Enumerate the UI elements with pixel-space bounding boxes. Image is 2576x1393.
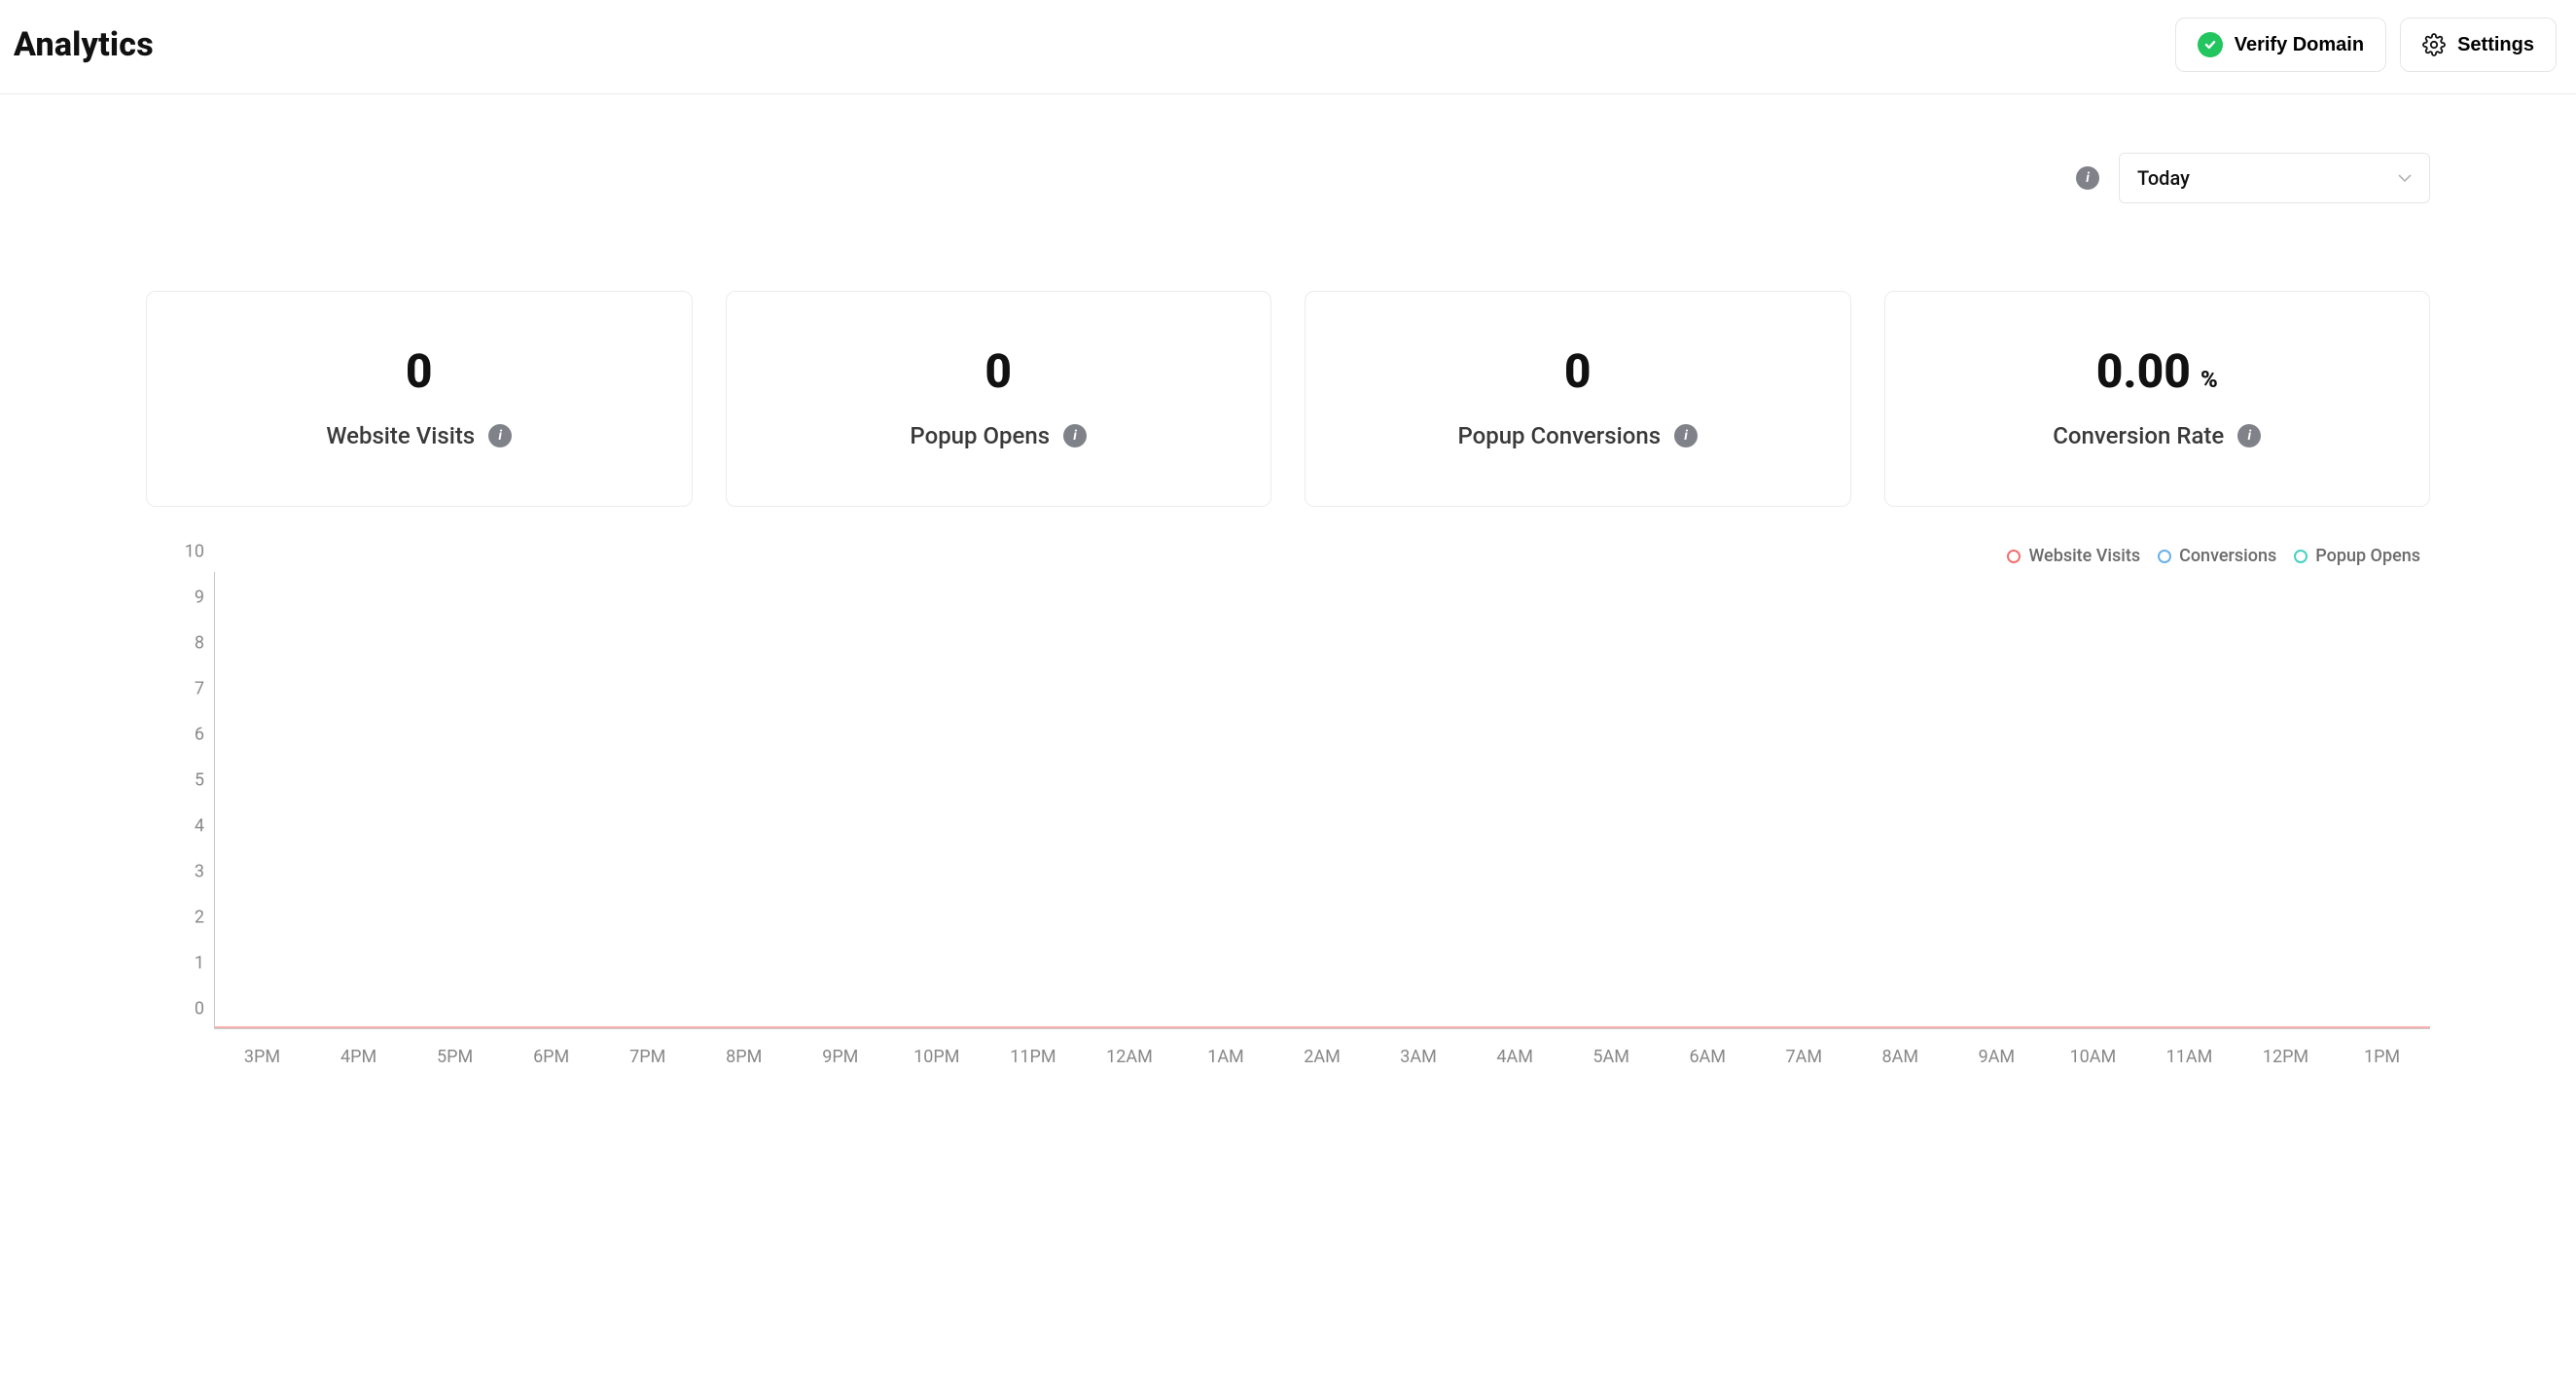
settings-label: Settings: [2457, 34, 2534, 56]
x-tick: 7AM: [1756, 1047, 1852, 1067]
x-tick: 8PM: [696, 1047, 792, 1067]
verify-domain-label: Verify Domain: [2235, 34, 2364, 56]
chart-x-axis: 3PM4PM5PM6PM7PM8PM9PM10PM11PM12AM1AM2AM3…: [146, 1047, 2430, 1067]
x-tick: 12AM: [1081, 1047, 1177, 1067]
x-tick: 12PM: [2237, 1047, 2334, 1067]
x-tick: 11AM: [2141, 1047, 2237, 1067]
x-tick: 3PM: [214, 1047, 310, 1067]
info-icon[interactable]: i: [2076, 166, 2099, 190]
verify-domain-button[interactable]: Verify Domain: [2175, 18, 2386, 72]
legend-label: Website Visits: [2028, 546, 2140, 566]
x-tick: 5AM: [1563, 1047, 1660, 1067]
date-range-select[interactable]: Today: [2119, 153, 2430, 203]
legend-item-conversions[interactable]: Conversions: [2158, 546, 2276, 566]
info-icon[interactable]: i: [1063, 424, 1087, 447]
x-tick: 6PM: [503, 1047, 599, 1067]
stat-label: Conversion Rate: [2053, 422, 2224, 449]
info-icon[interactable]: i: [2237, 424, 2261, 447]
stat-value: 0: [406, 348, 433, 395]
x-tick: 4AM: [1467, 1047, 1563, 1067]
y-tick: 6: [195, 725, 204, 745]
date-range-selected: Today: [2137, 166, 2190, 190]
content: i Today 0 Website Visits i 0 Popup Opens…: [0, 94, 2576, 1058]
x-tick: 2AM: [1274, 1047, 1371, 1067]
info-icon[interactable]: i: [1674, 424, 1698, 447]
x-tick: 1AM: [1177, 1047, 1273, 1067]
stat-unit: %: [2200, 368, 2218, 391]
chart-y-axis: 012345678910: [146, 572, 214, 1029]
y-tick: 5: [195, 770, 204, 791]
y-tick: 1: [195, 953, 204, 974]
info-icon[interactable]: i: [488, 424, 512, 447]
legend-marker-icon: [2294, 550, 2308, 563]
x-tick: 11PM: [984, 1047, 1081, 1067]
x-tick: 10PM: [888, 1047, 984, 1067]
y-tick: 2: [195, 908, 204, 928]
y-tick: 8: [195, 633, 204, 654]
chevron-down-icon: [2398, 174, 2412, 183]
check-circle-icon: [2198, 32, 2223, 57]
legend-item-popup-opens[interactable]: Popup Opens: [2294, 546, 2420, 566]
stat-label: Popup Opens: [910, 422, 1050, 449]
legend-marker-icon: [2007, 550, 2021, 563]
x-tick: 5PM: [407, 1047, 503, 1067]
y-tick: 3: [195, 862, 204, 882]
legend-marker-icon: [2158, 550, 2171, 563]
x-tick: 9PM: [792, 1047, 888, 1067]
y-tick: 4: [195, 816, 204, 837]
legend-label: Popup Opens: [2315, 546, 2420, 566]
controls-row: i Today: [146, 153, 2430, 203]
settings-button[interactable]: Settings: [2400, 18, 2557, 72]
chart-plot-area: [214, 572, 2430, 1029]
y-tick: 0: [195, 999, 204, 1019]
stat-cards-row: 0 Website Visits i 0 Popup Opens i 0 Pop…: [146, 291, 2430, 507]
stat-label: Popup Conversions: [1457, 422, 1661, 449]
y-tick: 7: [195, 679, 204, 699]
stat-value: 0: [984, 348, 1012, 395]
legend-item-website-visits[interactable]: Website Visits: [2007, 546, 2140, 566]
topbar: Analytics Verify Domain Settings: [0, 0, 2576, 94]
stat-card-popup-conversions: 0 Popup Conversions i: [1305, 291, 1851, 507]
x-tick: 10AM: [2045, 1047, 2141, 1067]
chart-section: Website Visits Conversions Popup Opens 0…: [146, 546, 2430, 1058]
x-tick: 4PM: [310, 1047, 407, 1067]
page-title: Analytics: [14, 25, 154, 64]
x-tick: 3AM: [1371, 1047, 1467, 1067]
x-tick: 9AM: [1949, 1047, 2045, 1067]
chart: 012345678910 3PM4PM5PM6PM7PM8PM9PM10PM11…: [146, 572, 2430, 1058]
stat-card-website-visits: 0 Website Visits i: [146, 291, 693, 507]
stat-value: 0.00: [2096, 348, 2191, 395]
x-tick: 6AM: [1660, 1047, 1756, 1067]
stat-label: Website Visits: [326, 422, 475, 449]
topbar-actions: Verify Domain Settings: [2175, 18, 2557, 72]
chart-legend: Website Visits Conversions Popup Opens: [146, 546, 2430, 566]
x-tick: 1PM: [2334, 1047, 2430, 1067]
y-tick: 9: [195, 588, 204, 608]
chart-baseline: [215, 1026, 2430, 1028]
legend-label: Conversions: [2179, 546, 2276, 566]
x-tick: 7PM: [599, 1047, 696, 1067]
gear-icon: [2422, 33, 2446, 56]
stat-card-conversion-rate: 0.00 % Conversion Rate i: [1884, 291, 2431, 507]
y-tick: 10: [185, 542, 204, 562]
x-tick: 8AM: [1852, 1047, 1949, 1067]
stat-card-popup-opens: 0 Popup Opens i: [726, 291, 1272, 507]
stat-value: 0: [1564, 348, 1592, 395]
